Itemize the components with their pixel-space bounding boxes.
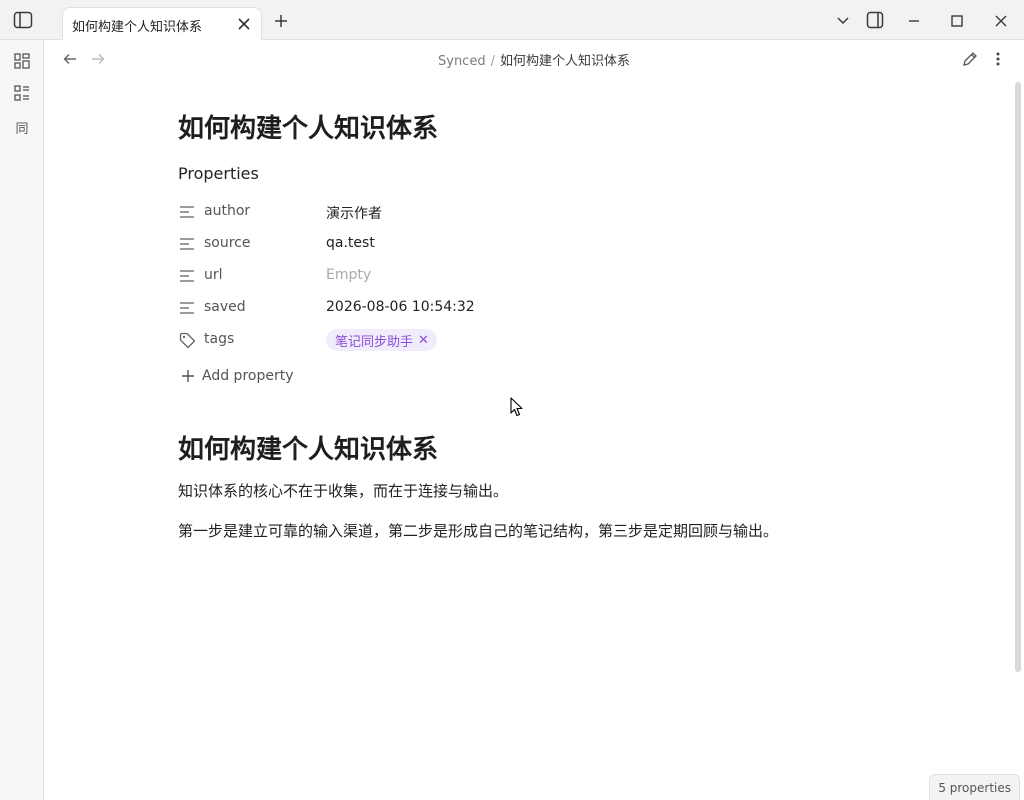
property-row-url[interactable]: url Empty <box>178 264 778 288</box>
property-key[interactable]: source <box>204 235 251 251</box>
tag-remove-icon[interactable]: ✕ <box>418 333 429 348</box>
maximize-icon[interactable] <box>948 12 966 30</box>
breadcrumb-file[interactable]: 如何构建个人知识体系 <box>500 54 630 69</box>
property-row-tags[interactable]: tags 笔记同步助手 ✕ <box>178 328 778 352</box>
chevron-down-icon[interactable] <box>834 12 852 30</box>
properties-count: 5 properties <box>938 780 1011 795</box>
window-close-icon[interactable] <box>992 12 1010 30</box>
sync-char-icon[interactable]: 同 <box>11 116 33 138</box>
tag-pill[interactable]: 笔记同步助手 ✕ <box>326 329 437 351</box>
breadcrumb: Synced / 如何构建个人知识体系 <box>44 50 1024 69</box>
sidebar-toggle-icon[interactable] <box>12 10 34 30</box>
sync-char-label: 同 <box>15 121 29 137</box>
paragraph[interactable]: 第一步是建立可靠的输入渠道，第二步是形成自己的笔记结构，第三步是定期回顾与输出。 <box>178 520 778 541</box>
property-row-source[interactable]: source qa.test <box>178 232 778 256</box>
property-key[interactable]: url <box>204 267 223 283</box>
property-row-author[interactable]: author 演示作者 <box>178 200 778 224</box>
tag-icon[interactable] <box>178 331 196 349</box>
add-property-button[interactable]: Add property <box>180 364 294 388</box>
properties-heading[interactable]: Properties <box>178 164 259 183</box>
close-icon[interactable] <box>235 15 253 33</box>
scrollbar[interactable] <box>1015 82 1021 672</box>
left-ribbon: 同 <box>0 40 44 800</box>
property-value[interactable]: 演示作者 <box>326 203 382 223</box>
edit-pencil-icon[interactable] <box>960 49 980 69</box>
status-bar-properties-count[interactable]: 5 properties <box>929 774 1020 800</box>
more-options-icon[interactable] <box>988 49 1008 69</box>
title-bar: 如何构建个人知识体系 <box>0 0 1024 41</box>
grid-icon[interactable] <box>11 50 33 72</box>
property-value-empty[interactable]: Empty <box>326 267 371 283</box>
tab-title: 如何构建个人知识体系 <box>72 20 203 35</box>
text-lines-icon[interactable] <box>178 267 196 285</box>
breadcrumb-separator: / <box>490 54 495 69</box>
breadcrumb-folder[interactable]: Synced <box>438 54 486 69</box>
note-inline-title[interactable]: 如何构建个人知识体系 <box>178 108 438 145</box>
property-key[interactable]: tags <box>204 331 234 347</box>
note-heading[interactable]: 如何构建个人知识体系 <box>178 429 438 466</box>
property-row-saved[interactable]: saved 2026-08-06 10:54:32 <box>178 296 778 320</box>
sidebar-right-icon[interactable] <box>865 10 885 30</box>
tab-active[interactable]: 如何构建个人知识体系 <box>62 7 262 41</box>
view-header: Synced / 如何构建个人知识体系 <box>44 40 1024 78</box>
property-value[interactable]: qa.test <box>326 235 375 251</box>
list-icon[interactable] <box>11 82 33 104</box>
property-value[interactable]: 2026-08-06 10:54:32 <box>326 299 475 315</box>
text-lines-icon[interactable] <box>178 299 196 317</box>
plus-icon <box>180 368 196 384</box>
text-lines-icon[interactable] <box>178 203 196 221</box>
property-key[interactable]: author <box>204 203 250 219</box>
mouse-cursor-icon <box>510 397 523 417</box>
minimize-icon[interactable] <box>905 12 923 30</box>
property-key[interactable]: saved <box>204 299 246 315</box>
tag-label: 笔记同步助手 <box>335 334 414 350</box>
paragraph[interactable]: 知识体系的核心不在于收集，而在于连接与输出。 <box>178 480 508 501</box>
add-property-label: Add property <box>202 368 294 384</box>
text-lines-icon[interactable] <box>178 235 196 253</box>
plus-icon[interactable] <box>272 12 290 30</box>
